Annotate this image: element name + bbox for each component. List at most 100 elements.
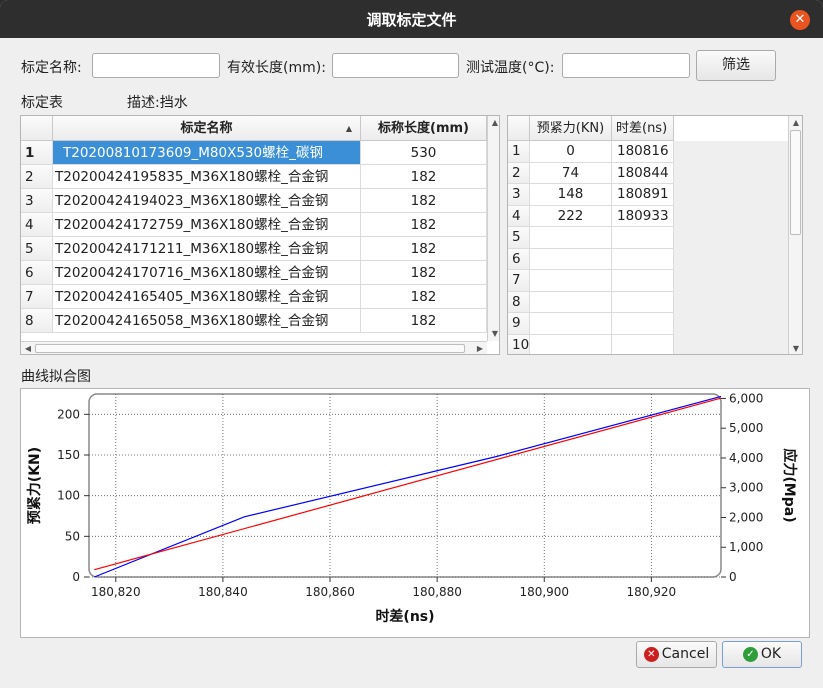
time-cell[interactable]: 180933 (612, 205, 674, 227)
cancel-icon: ✕ (643, 647, 659, 662)
force-cell[interactable]: 74 (530, 162, 612, 184)
force-cell[interactable] (530, 270, 612, 292)
row-name-cell[interactable]: T20200424195835_M36X180螺栓_合金钢 (53, 165, 361, 189)
time-cell[interactable] (612, 248, 674, 270)
ok-label: OK (760, 646, 782, 662)
name-column-header[interactable]: 标定名称 ▲ (53, 116, 361, 141)
row-name-cell[interactable]: T20200424171211_M36X180螺栓_合金钢 (53, 237, 361, 261)
row-index: 4 (21, 213, 53, 237)
vertical-scroll-thumb[interactable] (790, 130, 801, 235)
force-cell[interactable] (530, 248, 612, 270)
time-cell[interactable]: 180844 (612, 162, 674, 184)
sort-ascending-icon: ▲ (345, 124, 352, 133)
row-length-cell[interactable]: 182 (361, 213, 487, 237)
time-cell[interactable] (612, 334, 674, 354)
data-corner-header (508, 116, 530, 141)
data-scroll-up-icon[interactable]: ▲ (789, 116, 802, 130)
force-cell[interactable] (530, 291, 612, 313)
length-label: 有效长度(mm): (227, 60, 326, 76)
filter-button[interactable]: 筛选 (696, 50, 776, 81)
force-cell[interactable]: 0 (530, 141, 612, 163)
data-row-index: 8 (508, 291, 530, 313)
data-row-index: 9 (508, 313, 530, 335)
x-tick-label: 180,860 (305, 585, 355, 599)
horizontal-scroll-thumb[interactable] (35, 344, 465, 353)
dialog-window: 调取标定文件 ✕ 标定名称: 有效长度(mm): 测试温度(°C): 筛选 标定… (0, 0, 823, 688)
y2-tick-label: 1,000 (729, 540, 763, 554)
y2-tick-label: 6,000 (729, 391, 763, 405)
data-row-index: 6 (508, 248, 530, 270)
data-row-index: 2 (508, 162, 530, 184)
row-length-cell[interactable]: 182 (361, 261, 487, 285)
row-name-cell[interactable]: T20200424165058_M36X180螺栓_合金钢 (53, 309, 361, 333)
force-cell[interactable]: 148 (530, 184, 612, 206)
calib-table-label: 标定表 (21, 95, 63, 111)
title-bar: 调取标定文件 ✕ (0, 0, 823, 38)
description-label: 描述:挡水 (127, 95, 188, 111)
temp-input[interactable] (562, 53, 690, 78)
scroll-up-icon[interactable]: ▲ (488, 116, 499, 130)
row-length-cell[interactable]: 530 (361, 141, 487, 165)
scroll-down-icon[interactable]: ▼ (488, 327, 499, 341)
data-row-index: 3 (508, 184, 530, 206)
scroll-left-icon[interactable]: ◀ (21, 342, 35, 354)
row-length-cell[interactable]: 182 (361, 189, 487, 213)
y-tick-label: 0 (72, 570, 80, 584)
data-scroll-down-icon[interactable]: ▼ (789, 342, 802, 354)
row-name-cell[interactable]: T20200810173609_M80X530螺栓_碳钢 (53, 141, 361, 165)
time-cell[interactable] (612, 270, 674, 292)
force-column-header[interactable]: 预紧力(KN) (530, 116, 612, 141)
x-tick-label: 180,920 (627, 585, 677, 599)
row-name-cell[interactable]: T20200424194023_M36X180螺栓_合金钢 (53, 189, 361, 213)
y-tick-label: 150 (57, 448, 80, 462)
force-cell[interactable] (530, 313, 612, 335)
time-cell[interactable] (612, 313, 674, 335)
row-index: 3 (21, 189, 53, 213)
force-cell[interactable]: 222 (530, 205, 612, 227)
calib-vertical-scrollbar[interactable]: ▲ ▼ (487, 116, 499, 341)
force-cell[interactable] (530, 334, 612, 354)
row-name-cell[interactable]: T20200424165405_M36X180螺栓_合金钢 (53, 285, 361, 309)
cancel-button[interactable]: ✕ Cancel (636, 641, 717, 668)
row-name-cell[interactable]: T20200424172759_M36X180螺栓_合金钢 (53, 213, 361, 237)
length-column-header[interactable]: 标称长度(mm) (361, 116, 487, 141)
row-name-cell[interactable]: T20200424170716_M36X180螺栓_合金钢 (53, 261, 361, 285)
time-cell[interactable] (612, 291, 674, 313)
force-cell[interactable] (530, 227, 612, 249)
time-column-header[interactable]: 时差(ns) (612, 116, 674, 141)
y2-tick-label: 0 (729, 570, 737, 584)
calib-data-table: 预紧力(KN) 时差(ns) 1 0 180816 2 74 180844 3 148 1808… (507, 115, 803, 355)
row-index: 7 (21, 285, 53, 309)
row-index: 8 (21, 309, 53, 333)
row-length-cell[interactable]: 182 (361, 309, 487, 333)
row-length-cell[interactable]: 182 (361, 285, 487, 309)
row-index: 5 (21, 237, 53, 261)
data-vertical-scrollbar[interactable]: ▲ ▼ (788, 116, 802, 354)
corner-header (21, 116, 53, 141)
close-icon[interactable]: ✕ (790, 10, 810, 30)
x-tick-label: 180,820 (91, 585, 141, 599)
y2-tick-label: 5,000 (729, 421, 763, 435)
name-label: 标定名称: (21, 60, 82, 76)
scroll-right-icon[interactable]: ▶ (473, 342, 487, 354)
y2-tick-label: 2,000 (729, 510, 763, 524)
ok-icon: ✓ (742, 647, 758, 662)
chart-svg: 180,820 180,840 180,860 180,880 180,900 180,9… (26, 391, 798, 625)
data-row-index: 10 (508, 334, 530, 354)
row-length-cell[interactable]: 182 (361, 237, 487, 261)
name-input[interactable] (92, 53, 220, 78)
y2-axis-title: 应力(Mpa) (781, 448, 798, 522)
time-cell[interactable] (612, 227, 674, 249)
data-row-index: 5 (508, 227, 530, 249)
ok-button[interactable]: ✓ OK (722, 641, 802, 668)
row-length-cell[interactable]: 182 (361, 165, 487, 189)
calib-horizontal-scrollbar[interactable]: ◀ ▶ (21, 341, 487, 354)
x-tick-label: 180,880 (412, 585, 462, 599)
data-row-index: 1 (508, 141, 530, 163)
length-input[interactable] (332, 53, 459, 78)
temp-label: 测试温度(°C): (466, 60, 555, 76)
row-index: 1 (21, 141, 53, 165)
time-cell[interactable]: 180891 (612, 184, 674, 206)
y2-tick-label: 4,000 (729, 451, 763, 465)
time-cell[interactable]: 180816 (612, 141, 674, 163)
